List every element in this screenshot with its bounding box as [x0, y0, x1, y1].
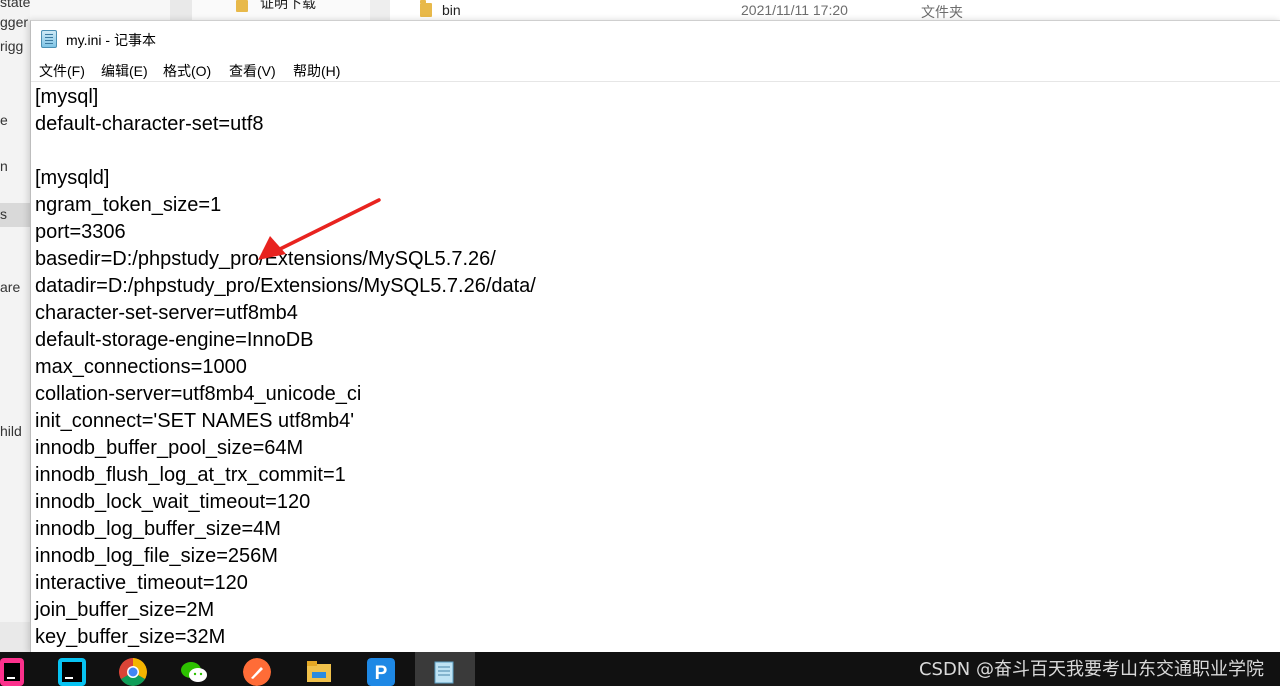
nav-fragment[interactable]: state — [0, 0, 30, 10]
menu-view[interactable]: 查看(V) — [229, 61, 276, 81]
editor-line: innodb_lock_wait_timeout=120 — [35, 491, 311, 513]
title-bar[interactable]: my.ini - 记事本 — [31, 21, 1280, 57]
wechat-icon[interactable] — [180, 658, 208, 686]
editor-line: innodb_flush_log_at_trx_commit=1 — [35, 464, 346, 486]
editor-line: collation-server=utf8mb4_unicode_ci — [35, 383, 362, 405]
nav-fragment[interactable]: gger — [0, 14, 28, 30]
text-editor[interactable]: [mysql] default-character-set=utf8 [mysq… — [31, 81, 1280, 654]
nav-scrollbar[interactable] — [0, 622, 30, 652]
editor-line: innodb_log_file_size=256M — [35, 545, 278, 567]
editor-line: join_buffer_size=2M — [35, 599, 215, 621]
nav-fragment[interactable]: are — [0, 279, 20, 295]
menu-format[interactable]: 格式(O) — [163, 61, 211, 81]
annotation-arrow-icon — [258, 198, 381, 260]
folder-name[interactable]: bin — [442, 2, 461, 18]
nav-fragment[interactable]: s — [0, 206, 7, 222]
watermark-text: CSDN @奋斗百天我要考山东交通职业学院 — [918, 659, 1264, 680]
menu-help[interactable]: 帮助(H) — [293, 61, 340, 81]
phpstudy-icon[interactable]: P — [367, 658, 395, 686]
postman-icon[interactable] — [243, 658, 271, 686]
editor-line: init_connect='SET NAMES utf8mb4' — [35, 410, 355, 432]
folder-icon — [420, 0, 432, 17]
editor-line: key_buffer_size=32M — [35, 626, 226, 648]
nav-fragment[interactable]: n — [0, 158, 8, 174]
editor-line: innodb_buffer_pool_size=64M — [35, 437, 304, 459]
svg-text:P: P — [375, 663, 388, 684]
file-explorer-icon[interactable] — [305, 658, 333, 686]
menu-bar: 文件(F) 编辑(E) 格式(O) 查看(V) 帮助(H) — [31, 57, 1280, 81]
notepad-icon — [41, 30, 57, 48]
webstorm-icon[interactable] — [58, 658, 86, 686]
editor-line: interactive_timeout=120 — [35, 572, 248, 594]
editor-line: default-storage-engine=InnoDB — [35, 329, 314, 351]
folder-type: 文件夹 — [921, 4, 963, 20]
nav-fragment[interactable]: e — [0, 112, 8, 128]
editor-line: ngram_token_size=1 — [35, 194, 222, 216]
editor-line: max_connections=1000 — [35, 356, 247, 378]
window-title: my.ini - 记事本 — [66, 32, 156, 48]
intellij-icon[interactable] — [0, 658, 24, 686]
taskbar: P CSDN @奋斗百天我要考山东交通职业学院 — [0, 652, 1280, 686]
editor-line: [mysql] — [35, 86, 99, 108]
editor-line: [mysqld] — [35, 167, 110, 189]
menu-edit[interactable]: 编辑(E) — [101, 61, 148, 81]
folder-name[interactable]: 证明下载 — [260, 0, 316, 13]
nav-fragment[interactable]: hild — [0, 423, 22, 439]
background-explorer-nav-pane: state gger rigg e n s are hild — [0, 0, 31, 652]
notepad-icon[interactable] — [430, 658, 458, 686]
chrome-icon[interactable] — [119, 658, 147, 686]
menu-file[interactable]: 文件(F) — [39, 61, 85, 81]
editor-line: character-set-server=utf8mb4 — [35, 302, 298, 324]
folder-icon — [236, 0, 248, 12]
folder-date: 2021/11/11 17:20 — [741, 2, 848, 18]
background-explorer-file-list: 证明下载 bin 2021/11/11 17:20 文件夹 — [30, 0, 1280, 20]
notepad-window: my.ini - 记事本 文件(F) 编辑(E) 格式(O) 查看(V) 帮助(… — [30, 20, 1280, 653]
editor-line: innodb_log_buffer_size=4M — [35, 518, 281, 540]
nav-fragment[interactable]: rigg — [0, 38, 23, 54]
editor-line: datadir=D:/phpstudy_pro/Extensions/MySQL… — [35, 275, 536, 297]
editor-line: port=3306 — [35, 221, 126, 243]
editor-line: default-character-set=utf8 — [35, 113, 264, 135]
